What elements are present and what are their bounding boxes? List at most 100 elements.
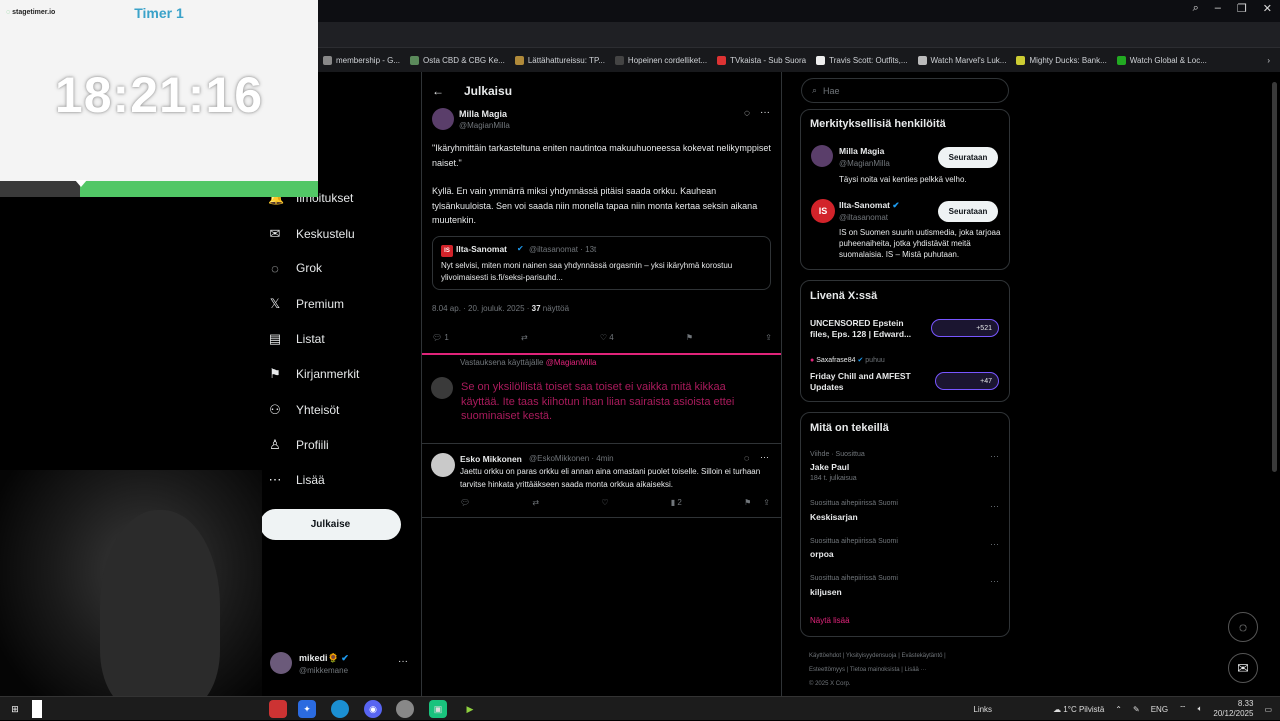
network-icon[interactable]: ⌔ <box>1179 704 1187 714</box>
timestamp[interactable]: 8.04 ap. · 20. jouluk. 2025 · <box>432 304 529 313</box>
footer-link[interactable]: Evästekäytäntö <box>901 653 942 659</box>
trend-name[interactable]: Jake Paul <box>810 462 849 472</box>
like-button[interactable]: ♡ 4 <box>600 333 614 347</box>
post-button[interactable]: Julkaise <box>260 509 401 540</box>
bookmark-item[interactable]: Mighty Ducks: Bank... <box>1011 55 1111 65</box>
author-name[interactable]: Milla Magia <box>459 109 507 119</box>
repost-button[interactable]: ⇄ <box>521 333 528 347</box>
sidebar-item-grok[interactable]: ◌ Grok <box>268 261 322 276</box>
sidebar-item-list[interactable]: ▤ Listat <box>268 331 325 347</box>
footer-link[interactable]: Esteettömyys <box>809 667 845 673</box>
links-toolbar[interactable]: Links <box>973 705 992 714</box>
quoted-tweet[interactable]: IS Ilta-Sanomat ✔ @iltasanomat · 13t Nyt… <box>432 236 771 290</box>
app-icon[interactable] <box>396 700 414 718</box>
trend-name[interactable]: orpoa <box>810 549 834 559</box>
reply-tweet[interactable]: Esko Mikkonen @EskoMikkonen · 4min ◌ ···… <box>422 443 781 518</box>
account-switcher[interactable]: mikedi🌻 ✔ @mikkemane ··· <box>270 652 410 680</box>
search-icon[interactable]: ⌕ <box>1193 2 1199 15</box>
live-participants[interactable]: +521 <box>931 319 999 337</box>
footer-link[interactable]: Yksityisyydensuoja <box>846 653 897 659</box>
weather[interactable]: ☁ 1°C Pilvistä <box>1053 705 1104 714</box>
bookmark-item[interactable]: membership - G... <box>318 55 405 65</box>
more-icon[interactable]: ··· <box>990 539 999 549</box>
live-participants[interactable]: +47 <box>935 372 999 390</box>
footer-link[interactable]: Käyttöehdot <box>809 653 841 659</box>
sidebar-item-mail[interactable]: ✉ Keskustelu <box>268 226 355 242</box>
bookmark-item[interactable]: Osta CBD & CBG Ke... <box>405 55 510 65</box>
grok-icon[interactable]: ◌ <box>744 453 749 463</box>
footer-link[interactable]: Lisää ··· <box>905 667 927 673</box>
show-more-link[interactable]: Näytä lisää <box>810 616 850 625</box>
language[interactable]: ENG <box>1151 705 1168 714</box>
app-icon[interactable] <box>269 700 287 718</box>
app-icon[interactable]: ▶ <box>461 700 479 718</box>
address-bar[interactable]: ⌕ ✎ ⌂ ⛉ ✧ ▷ ♡ ⤓ ☰ ⚲ ⇆ ⚙ <box>318 22 1280 60</box>
views-button[interactable]: ▮ 2 <box>671 498 682 507</box>
sidebar-item-more[interactable]: ⋯ Lisää <box>268 472 325 488</box>
live-item-title[interactable]: Friday Chill and AMFEST Updates <box>810 371 925 393</box>
share-button[interactable]: ⇪ <box>763 498 770 507</box>
like-button[interactable]: ♡ <box>601 498 608 507</box>
reply-button[interactable]: 💬︎ 1 <box>432 333 449 347</box>
messages-fab[interactable]: ✉ <box>1228 653 1258 683</box>
bookmark-item[interactable]: Travis Scott: Outfits,... <box>811 55 912 65</box>
share-button[interactable]: ⇪ <box>765 333 772 347</box>
scrollbar[interactable] <box>1272 82 1277 472</box>
footer-link[interactable]: Tietoa mainoksista <box>850 667 900 673</box>
bookmark-item[interactable]: TVkaista - Sub Suora <box>712 55 811 65</box>
more-icon[interactable]: ··· <box>990 451 999 461</box>
avatar[interactable] <box>431 453 455 477</box>
search-input[interactable]: ⌕ Hae <box>801 78 1009 103</box>
bookmark-item[interactable]: Hopeinen cordelliket... <box>610 55 712 65</box>
copilot-icon[interactable]: ✦ <box>298 700 316 718</box>
live-item-title[interactable]: UNCENSORED Epstein files, Eps. 128 | Edw… <box>810 318 925 340</box>
reply-handle[interactable]: @EskoMikkonen · 4min <box>529 454 614 463</box>
more-icon[interactable]: ··· <box>990 576 999 586</box>
reply-button[interactable]: 💬︎ <box>460 498 470 507</box>
bookmark-button[interactable]: ⚑ <box>686 333 693 347</box>
bookmark-item[interactable]: Watch Marvel's Luk... <box>913 55 1012 65</box>
grok-icon[interactable]: ◌ <box>744 108 750 119</box>
grok-fab[interactable]: ◌ <box>1228 612 1258 642</box>
trend-name[interactable]: Keskisarjan <box>810 512 858 522</box>
volume-icon[interactable]: 🔈︎ <box>1198 704 1203 714</box>
close-button[interactable]: ✕ <box>1263 2 1272 15</box>
app-icon[interactable]: ▣ <box>429 700 447 718</box>
following-button[interactable]: Seurataan <box>938 147 998 168</box>
more-icon[interactable]: ··· <box>990 501 999 511</box>
search-box[interactable] <box>32 700 42 718</box>
minimize-button[interactable]: – <box>1215 2 1221 15</box>
edge-icon[interactable] <box>331 700 349 718</box>
sidebar-item-bookmark[interactable]: ⚑ Kirjanmerkit <box>268 366 359 382</box>
bookmark-item[interactable]: Watch Global & Loc... <box>1112 55 1212 65</box>
back-arrow-icon[interactable]: ← <box>432 84 444 98</box>
sidebar-item-x-logo[interactable]: 𝕏 Premium <box>268 296 344 312</box>
start-button[interactable]: ⊞ <box>6 700 24 718</box>
more-icon[interactable]: ··· <box>398 656 408 667</box>
following-button[interactable]: Seurataan <box>938 201 998 222</box>
replying-to-handle[interactable]: @MagianMilla <box>546 358 597 367</box>
pen-icon[interactable]: ✎ <box>1133 705 1140 714</box>
avatar[interactable] <box>432 108 454 130</box>
clock[interactable]: 8.33 20/12/2025 <box>1213 699 1253 719</box>
repost-button[interactable]: ⇄ <box>532 498 539 507</box>
maximize-button[interactable]: ❐ <box>1237 2 1247 15</box>
bookmark-item[interactable]: Lättähattureissu: TP... <box>510 55 610 65</box>
more-options-icon[interactable]: ··· <box>760 452 769 462</box>
discord-icon[interactable]: ◉ <box>364 700 382 718</box>
person-name[interactable]: Milla Magia <box>839 146 884 156</box>
author-handle[interactable]: @MagianMilla <box>459 121 510 130</box>
person-name[interactable]: Ilta-Sanomat ✔ <box>839 200 900 211</box>
is-logo[interactable]: IS <box>811 199 835 223</box>
trend-name[interactable]: kiljusen <box>810 587 842 597</box>
sidebar-item-profile[interactable]: ♙ Profiili <box>268 437 329 453</box>
reply-author[interactable]: Esko Mikkonen <box>460 454 522 464</box>
bookmark-button[interactable]: ⚑ <box>744 498 751 507</box>
more-options-icon[interactable]: ··· <box>760 107 770 118</box>
reply-draft-text[interactable]: Se on yksilöllistä toiset saa toiset ei … <box>461 380 766 424</box>
sidebar-item-community[interactable]: ⚇ Yhteisöt <box>268 402 339 418</box>
chevron-up-icon[interactable]: ⌃ <box>1115 705 1122 714</box>
avatar[interactable] <box>811 145 833 167</box>
reply-composer[interactable]: Vastauksena käyttäjälle @MagianMilla Se … <box>422 353 781 443</box>
notifications-icon[interactable]: ▭ <box>1264 705 1272 714</box>
